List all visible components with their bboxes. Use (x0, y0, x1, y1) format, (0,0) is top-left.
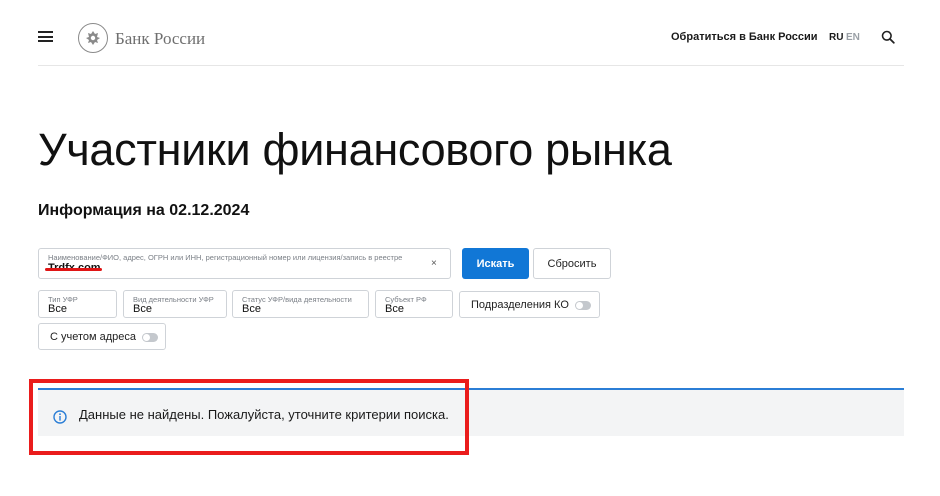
divisions-toggle[interactable]: Подразделения КО (459, 291, 600, 318)
divisions-toggle-label: Подразделения КО (471, 298, 569, 311)
divisions-switch[interactable] (575, 301, 591, 310)
logo-text[interactable]: Банк России (115, 29, 205, 49)
status-select-value: Все (242, 303, 261, 315)
search-input-label: Наименование/ФИО, адрес, ОГРН или ИНН, р… (48, 253, 403, 262)
clear-icon[interactable]: × (431, 258, 437, 269)
bank-emblem-icon[interactable] (78, 23, 108, 53)
search-button[interactable]: Искать (462, 248, 529, 279)
activity-select-value: Все (133, 303, 152, 315)
info-date: Информация на 02.12.2024 (38, 202, 250, 219)
lang-ru[interactable]: RU (829, 32, 843, 43)
subject-select-value: Все (385, 303, 404, 315)
subject-select[interactable]: Субъект РФ Все (375, 290, 453, 318)
address-toggle-label: С учетом адреса (50, 330, 137, 343)
menu-icon[interactable] (38, 31, 53, 42)
page-title: Участники финансового рынка (38, 124, 672, 175)
search-input[interactable]: Наименование/ФИО, адрес, ОГРН или ИНН, р… (38, 248, 451, 279)
activity-select[interactable]: Вид деятельности УФР Все (123, 290, 227, 318)
search-icon[interactable] (881, 30, 895, 44)
status-select[interactable]: Статус УФР/вида деятельности Все (232, 290, 369, 318)
type-select-value: Все (48, 303, 67, 315)
type-select[interactable]: Тип УФР Все (38, 290, 117, 318)
red-highlight-annotation (29, 379, 469, 455)
reset-button[interactable]: Сбросить (533, 248, 611, 279)
site-header: Банк России Обратиться в Банк России RU … (38, 0, 904, 66)
lang-en[interactable]: EN (846, 32, 860, 43)
contact-bank-link[interactable]: Обратиться в Банк России (671, 31, 818, 43)
red-underline-annotation (45, 268, 102, 271)
address-toggle[interactable]: С учетом адреса (38, 323, 166, 350)
address-switch[interactable] (142, 333, 158, 342)
